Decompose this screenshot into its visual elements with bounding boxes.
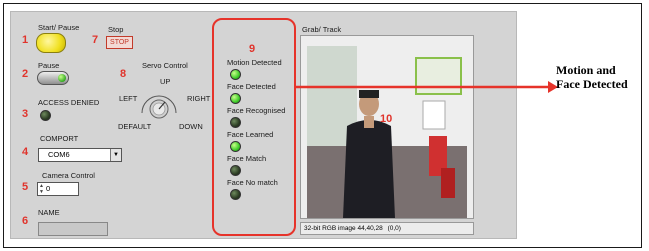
toggle-knob <box>58 74 66 82</box>
grab-track-label: Grab/ Track <box>302 25 342 34</box>
image-status-bar: 32-bit RGB image 44,40,28 (0,0) <box>300 222 474 235</box>
label-number-3: 3 <box>22 108 29 120</box>
label-number-5: 5 <box>22 181 29 193</box>
indicator-led <box>230 189 241 200</box>
callout-line-2: Face Detected <box>556 77 628 91</box>
start-pause-button[interactable] <box>36 33 66 53</box>
callout-text: Motion and Face Detected <box>556 63 628 91</box>
indicator-label: Face Match <box>227 154 267 163</box>
servo-default-label: DEFAULT <box>118 122 152 131</box>
stop-button[interactable]: STOP <box>106 36 133 49</box>
label-number-6: 6 <box>22 215 29 227</box>
camera-control-input[interactable]: ▲ ▼ 0 <box>37 182 79 196</box>
indicator-label: Face Recognised <box>227 106 286 115</box>
stop-label: Stop <box>108 25 124 34</box>
access-denied-label: ACCESS DENIED <box>38 98 100 107</box>
spinner-arrows-icon[interactable]: ▲ ▼ <box>39 183 44 195</box>
access-denied-led <box>40 110 51 121</box>
indicator-led <box>230 141 241 152</box>
comport-value: COM6 <box>48 150 70 159</box>
label-number-9: 9 <box>249 43 256 55</box>
pause-toggle[interactable] <box>37 71 69 85</box>
camera-control-value: 0 <box>46 184 51 193</box>
camera-display: 10 <box>300 35 474 219</box>
comport-select[interactable]: COM6 ▼ <box>38 148 122 162</box>
name-label: NAME <box>38 208 60 217</box>
image-info: 32-bit RGB image 44,40,28 <box>304 225 383 232</box>
indicator-led <box>230 69 241 80</box>
servo-up-label: UP <box>160 77 171 86</box>
indicator-led <box>230 117 241 128</box>
indicator-label: Motion Detected <box>227 58 282 67</box>
camera-image <box>301 36 473 218</box>
label-number-4: 4 <box>22 146 29 158</box>
chevron-down-icon[interactable]: ▼ <box>110 149 121 161</box>
comport-label: COMPORT <box>40 134 79 143</box>
servo-down-label: DOWN <box>179 122 203 131</box>
indicator-led <box>230 93 241 104</box>
indicator-label: Face Detected <box>227 82 276 91</box>
callout-arrow <box>296 81 558 93</box>
servo-knob[interactable] <box>134 87 184 123</box>
pause-label: Pause <box>38 61 60 70</box>
start-pause-label: Start/ Pause <box>38 23 80 32</box>
label-number-8: 8 <box>120 68 127 80</box>
callout-line-1: Motion and <box>556 63 616 77</box>
name-field <box>38 222 108 236</box>
label-number-7: 7 <box>92 34 99 46</box>
camera-control-label: Camera Control <box>42 171 95 180</box>
servo-right-label: RIGHT <box>187 94 211 103</box>
image-coords: (0,0) <box>387 225 401 232</box>
label-number-2: 2 <box>22 68 29 80</box>
servo-control-label: Servo Control <box>142 61 188 70</box>
label-number-1: 1 <box>22 34 29 46</box>
indicator-led <box>230 165 241 176</box>
label-number-10: 10 <box>380 113 393 125</box>
indicator-label: Face Learned <box>227 130 274 139</box>
indicator-label: Face No match <box>227 178 278 187</box>
